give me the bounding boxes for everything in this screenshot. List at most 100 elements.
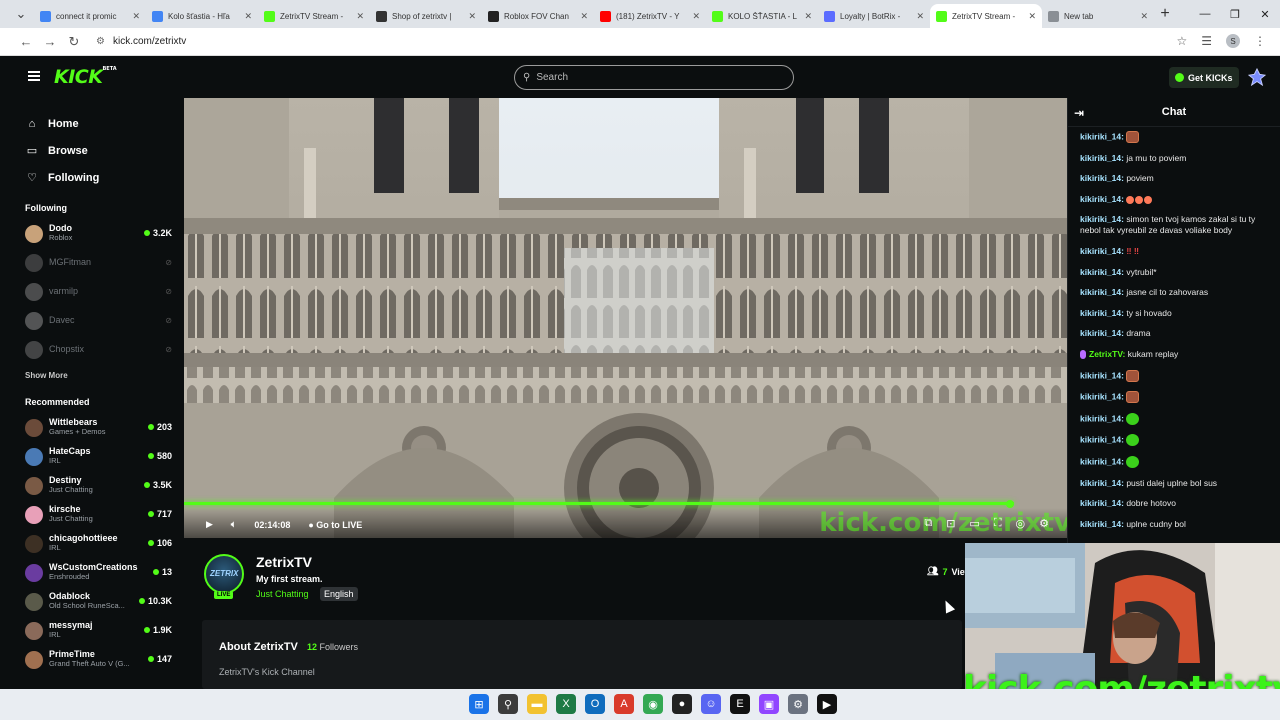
stream-category[interactable]: Just Chatting <box>256 589 309 599</box>
play-icon[interactable]: ▶ <box>206 519 213 530</box>
chat-username[interactable]: kikiriki_14: <box>1080 308 1124 318</box>
hamburger-menu-icon[interactable] <box>28 71 40 81</box>
video-player[interactable]: ▶ 🔈︎ 02:14:08 ● Go to LIVE kick.com/zetr… <box>184 98 1067 538</box>
chat-username[interactable]: kikiriki_14: <box>1080 214 1124 224</box>
chat-username[interactable]: kikiriki_14: <box>1080 370 1124 380</box>
tab-close-icon[interactable]: ✕ <box>804 11 812 22</box>
tab-close-icon[interactable]: ✕ <box>916 11 924 22</box>
sidebar-channel[interactable]: PrimeTime Grand Theft Auto V (G... 147 <box>14 645 184 674</box>
chat-username[interactable]: ZetrixTV: <box>1089 349 1125 359</box>
fullscreen-icon[interactable]: ⛶ <box>994 517 1002 530</box>
maximize-button[interactable]: ❐ <box>1220 0 1250 28</box>
sidebar-channel[interactable]: HateCaps IRL 580 <box>14 442 184 471</box>
sidebar-channel[interactable]: messymaj IRL 1.9K <box>14 616 184 645</box>
show-more-link[interactable]: Show More <box>14 371 184 380</box>
chat-username[interactable]: kikiriki_14: <box>1080 131 1124 141</box>
browser-tab[interactable]: KOLO ŠŤASTIA - L ✕ <box>706 4 818 28</box>
browser-tab[interactable]: Loyalty | BotRix - ✕ <box>818 4 930 28</box>
get-kicks-button[interactable]: Get KICKs <box>1169 67 1239 88</box>
progress-bar[interactable] <box>184 502 1014 505</box>
search-input[interactable] <box>536 72 777 83</box>
settings-gear-icon[interactable]: ⚙ <box>1039 517 1049 530</box>
sidebar-channel[interactable]: kirsche Just Chatting 717 <box>14 500 184 529</box>
tab-close-icon[interactable]: ✕ <box>468 11 476 22</box>
go-to-live-button[interactable]: ● Go to LIVE <box>308 520 362 530</box>
chat-username[interactable]: kikiriki_14: <box>1080 267 1124 277</box>
back-icon[interactable]: ← <box>14 34 38 49</box>
bookmark-star-icon[interactable]: ☆ <box>1176 34 1187 48</box>
chrome-icon[interactable]: ◉ <box>643 694 663 714</box>
menu-dots-icon[interactable]: ⋮ <box>1254 34 1266 48</box>
progress-knob[interactable] <box>1006 500 1014 508</box>
sidebar-channel[interactable]: Chopstix ⊘ <box>14 335 184 364</box>
nav-item-following[interactable]: ♡ Following <box>14 164 184 191</box>
sidebar-channel[interactable]: Destiny Just Chatting 3.5K <box>14 471 184 500</box>
nav-item-home[interactable]: ⌂ Home <box>14 110 184 137</box>
search-icon[interactable]: ⚲ <box>498 694 518 714</box>
speed-icon[interactable]: ◎ <box>1016 517 1026 530</box>
clip-icon[interactable]: ⧉ <box>924 517 932 530</box>
chat-username[interactable]: kikiriki_14: <box>1080 194 1124 204</box>
reload-icon[interactable]: ↻ <box>62 34 86 50</box>
forward-icon[interactable]: → <box>38 34 62 49</box>
media-player-icon[interactable]: ▶ <box>817 694 837 714</box>
nav-item-browse[interactable]: ▭ Browse <box>14 137 184 164</box>
volume-icon[interactable]: 🔈︎ <box>231 519 236 530</box>
chat-username[interactable]: kikiriki_14: <box>1080 498 1124 508</box>
epic-games-icon[interactable]: E <box>730 694 750 714</box>
tab-search-icon[interactable]: ⌄ <box>8 3 34 25</box>
tab-close-icon[interactable]: ✕ <box>1140 11 1148 22</box>
gift-icon[interactable]: ⊡ <box>946 517 955 530</box>
language-tag[interactable]: English <box>320 587 358 601</box>
close-window-button[interactable]: ✕ <box>1250 0 1280 28</box>
tab-close-icon[interactable]: ✕ <box>132 11 140 22</box>
reading-list-icon[interactable]: ☰ <box>1201 34 1212 48</box>
chat-username[interactable]: kikiriki_14: <box>1080 173 1124 183</box>
chat-username[interactable]: kikiriki_14: <box>1080 391 1124 401</box>
chat-username[interactable]: kikiriki_14: <box>1080 435 1124 445</box>
channel-avatar[interactable]: ZETRIX LIVE <box>204 554 244 599</box>
tab-close-icon[interactable]: ✕ <box>356 11 364 22</box>
windows-start-icon[interactable]: ⊞ <box>469 694 489 714</box>
tab-close-icon[interactable]: ✕ <box>244 11 252 22</box>
chat-username[interactable]: kikiriki_14: <box>1080 413 1124 423</box>
sidebar-channel[interactable]: Odablock Old School RuneSca... 10.3K <box>14 587 184 616</box>
sidebar-channel[interactable]: Davec ⊘ <box>14 306 184 335</box>
sidebar-channel[interactable]: chicagohottieee IRL 106 <box>14 529 184 558</box>
acrobat-icon[interactable]: A <box>614 694 634 714</box>
sidebar-channel[interactable]: Dodo Roblox 3.2K <box>14 219 184 248</box>
site-info-icon[interactable]: ⚙ <box>96 36 105 47</box>
chat-username[interactable]: kikiriki_14: <box>1080 456 1124 466</box>
browser-tab[interactable]: Shop of zetrixtv | ✕ <box>370 4 482 28</box>
collapse-chat-icon[interactable]: ⇥ <box>1074 106 1084 120</box>
discord-icon[interactable]: ☺ <box>701 694 721 714</box>
chat-username[interactable]: kikiriki_14: <box>1080 246 1124 256</box>
browser-tab[interactable]: Kolo šťastia - Hľa ✕ <box>146 4 258 28</box>
browser-tab[interactable]: Roblox FOV Chan ✕ <box>482 4 594 28</box>
chat-username[interactable]: kikiriki_14: <box>1080 153 1124 163</box>
sidebar-channel[interactable]: Wittlebears Games + Demos 203 <box>14 413 184 442</box>
browser-tab[interactable]: ZetrixTV Stream - ✕ <box>258 4 370 28</box>
new-tab-button[interactable]: + <box>1154 5 1176 23</box>
chat-username[interactable]: kikiriki_14: <box>1080 328 1124 338</box>
user-avatar-icon[interactable] <box>1248 68 1266 86</box>
outlook-icon[interactable]: O <box>585 694 605 714</box>
tab-close-icon[interactable]: ✕ <box>1028 11 1036 22</box>
chat-username[interactable]: kikiriki_14: <box>1080 287 1124 297</box>
sidebar-channel[interactable]: varmilp ⊘ <box>14 277 184 306</box>
excel-icon[interactable]: X <box>556 694 576 714</box>
file-explorer-icon[interactable]: ▬ <box>527 694 547 714</box>
twitch-icon[interactable]: ▣ <box>759 694 779 714</box>
theater-mode-icon[interactable]: ▭ <box>969 517 979 530</box>
chat-username[interactable]: kikiriki_14: <box>1080 478 1124 488</box>
channel-name[interactable]: ZetrixTV <box>256 554 312 570</box>
tab-close-icon[interactable]: ✕ <box>580 11 588 22</box>
profile-avatar[interactable]: S <box>1226 34 1240 48</box>
chat-username[interactable]: kikiriki_14: <box>1080 519 1124 529</box>
browser-tab[interactable]: connect it promic ✕ <box>34 4 146 28</box>
browser-tab[interactable]: (181) ZetrixTV - Y ✕ <box>594 4 706 28</box>
url-field[interactable]: ⚙ kick.com/zetrixtv <box>96 36 186 47</box>
github-icon[interactable]: ● <box>672 694 692 714</box>
search-bar[interactable]: ⚲ <box>514 65 794 90</box>
browser-tab[interactable]: New tab ✕ <box>1042 4 1154 28</box>
